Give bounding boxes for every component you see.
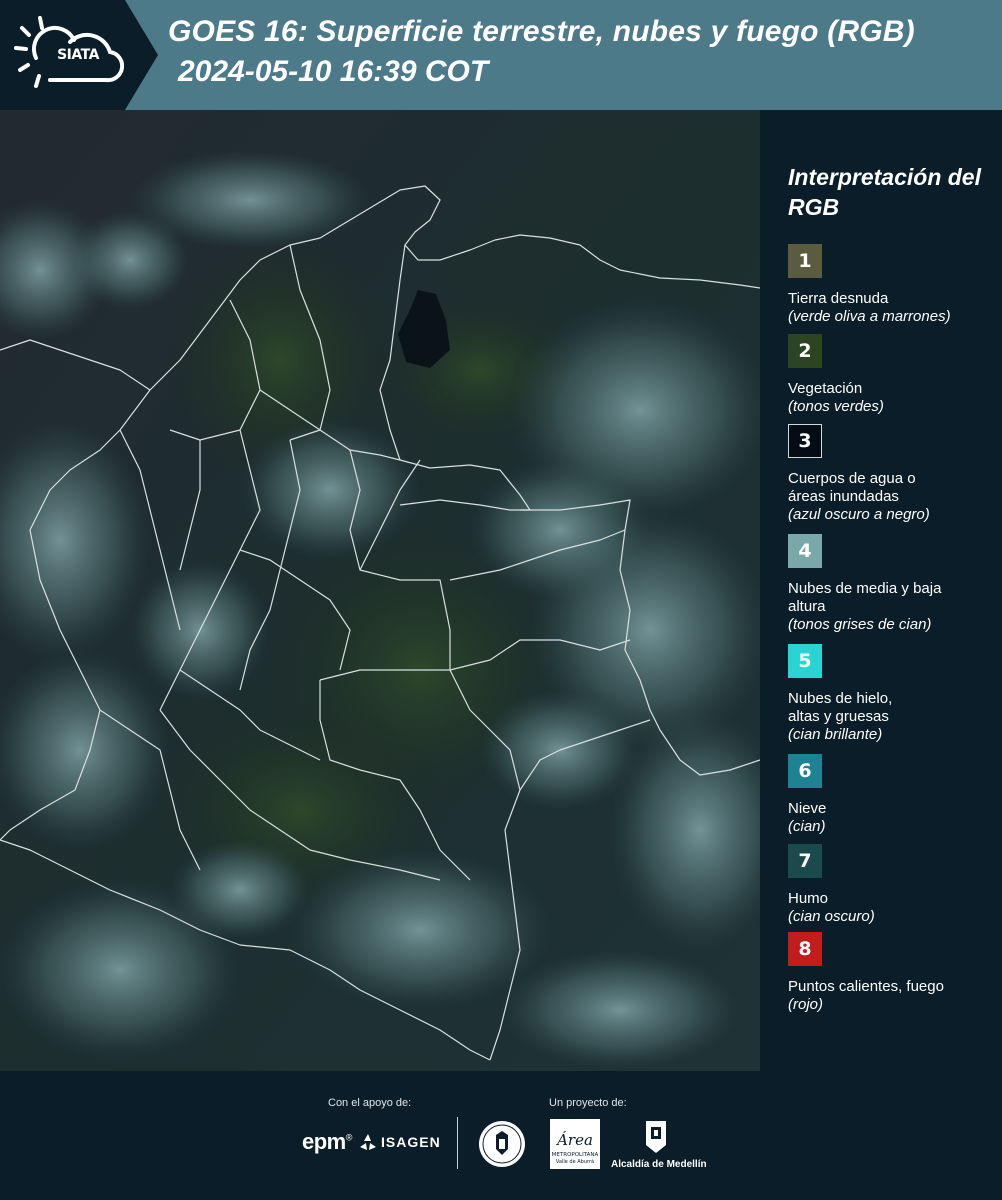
medellin-logo-text: Alcaldía de Medellín xyxy=(611,1159,707,1170)
footer: Con el apoyo de: Un proyecto de: epm® IS… xyxy=(0,1071,1002,1200)
legend-swatch: 3 xyxy=(788,424,822,458)
legend-item-1: 1 Tierra desnuda (verde oliva a marrones… xyxy=(788,244,998,326)
legend-label: Nubes de hielo, altas y gruesas xyxy=(788,690,893,725)
siata-logo: SIATA xyxy=(0,0,158,110)
legend-label: Vegetación xyxy=(788,380,863,397)
satellite-map-image xyxy=(0,110,760,1071)
legend-swatch: 8 xyxy=(788,932,822,966)
medellin-shield-icon xyxy=(646,1121,666,1153)
satellite-map[interactable] xyxy=(0,110,760,1071)
support-label: Con el apoyo de: xyxy=(328,1097,412,1109)
legend-swatch: 1 xyxy=(788,244,822,278)
amva-line3: Valle de Aburrá xyxy=(556,1158,594,1165)
legend-desc: (cian) xyxy=(788,818,826,835)
header-bar: SIATA GOES 16: Superficie terrestre, nub… xyxy=(0,0,1002,110)
legend-label: Cuerpos de agua o áreas inundadas xyxy=(788,470,916,505)
legend-item-2: 2 Vegetación (tonos verdes) xyxy=(788,334,998,416)
legend-swatch: 7 xyxy=(788,844,822,878)
isagen-icon xyxy=(360,1134,376,1150)
legend-desc: (rojo) xyxy=(788,996,824,1013)
footer-divider xyxy=(457,1117,458,1169)
epm-text: epm xyxy=(302,1129,346,1154)
amva-line1: Área xyxy=(555,1131,593,1149)
legend-swatch: 6 xyxy=(788,754,822,788)
legend-title: Interpretación del RGB xyxy=(788,164,981,220)
amva-line2: METROPOLITANA xyxy=(552,1152,599,1158)
legend-desc: (verde oliva a marrones) xyxy=(788,308,951,325)
legend-desc: (tonos grises de cian) xyxy=(788,616,932,633)
legend-desc: (cian oscuro) xyxy=(788,908,875,925)
page-timestamp: 2024-05-10 16:39 COT xyxy=(178,55,489,88)
legend-label: Nieve xyxy=(788,800,827,817)
legend-desc: (tonos verdes) xyxy=(788,398,884,415)
legend-swatch: 4 xyxy=(788,534,822,568)
isagen-logo: ISAGEN xyxy=(381,1134,441,1150)
legend-item-4: 4 Nubes de media y baja altura (tonos gr… xyxy=(788,534,998,634)
legend-panel: Interpretación del RGB 1 Tierra desnuda … xyxy=(760,110,1002,1071)
logo-text: SIATA xyxy=(57,47,99,63)
legend-desc: (azul oscuro a negro) xyxy=(788,506,930,523)
legend-desc: (cian brillante) xyxy=(788,726,883,743)
legend-item-3: 3 Cuerpos de agua o áreas inundadas (azu… xyxy=(788,424,998,524)
legend-label: Nubes de media y baja altura xyxy=(788,580,942,615)
page-title: GOES 16: Superficie terrestre, nubes y f… xyxy=(168,15,915,48)
legend-item-6: 6 Nieve (cian) xyxy=(788,754,998,836)
legend-item-8: 8 Puntos calientes, fuego (rojo) xyxy=(788,932,998,1014)
epm-logo: epm® xyxy=(302,1129,352,1155)
legend-item-7: 7 Humo (cian oscuro) xyxy=(788,844,998,926)
legend-label: Tierra desnuda xyxy=(788,290,889,307)
university-seal-icon xyxy=(479,1121,525,1167)
area-metropolitana-logo: Área METROPOLITANA Valle de Aburrá xyxy=(550,1119,600,1169)
legend-label: Humo xyxy=(788,890,829,907)
legend-swatch: 5 xyxy=(788,644,822,678)
legend-item-5: 5 Nubes de hielo, altas y gruesas (cian … xyxy=(788,644,998,744)
legend-label: Puntos calientes, fuego xyxy=(788,978,944,995)
epm-mark: ® xyxy=(345,1132,353,1143)
legend-swatch: 2 xyxy=(788,334,822,368)
project-label: Un proyecto de: xyxy=(549,1097,627,1109)
